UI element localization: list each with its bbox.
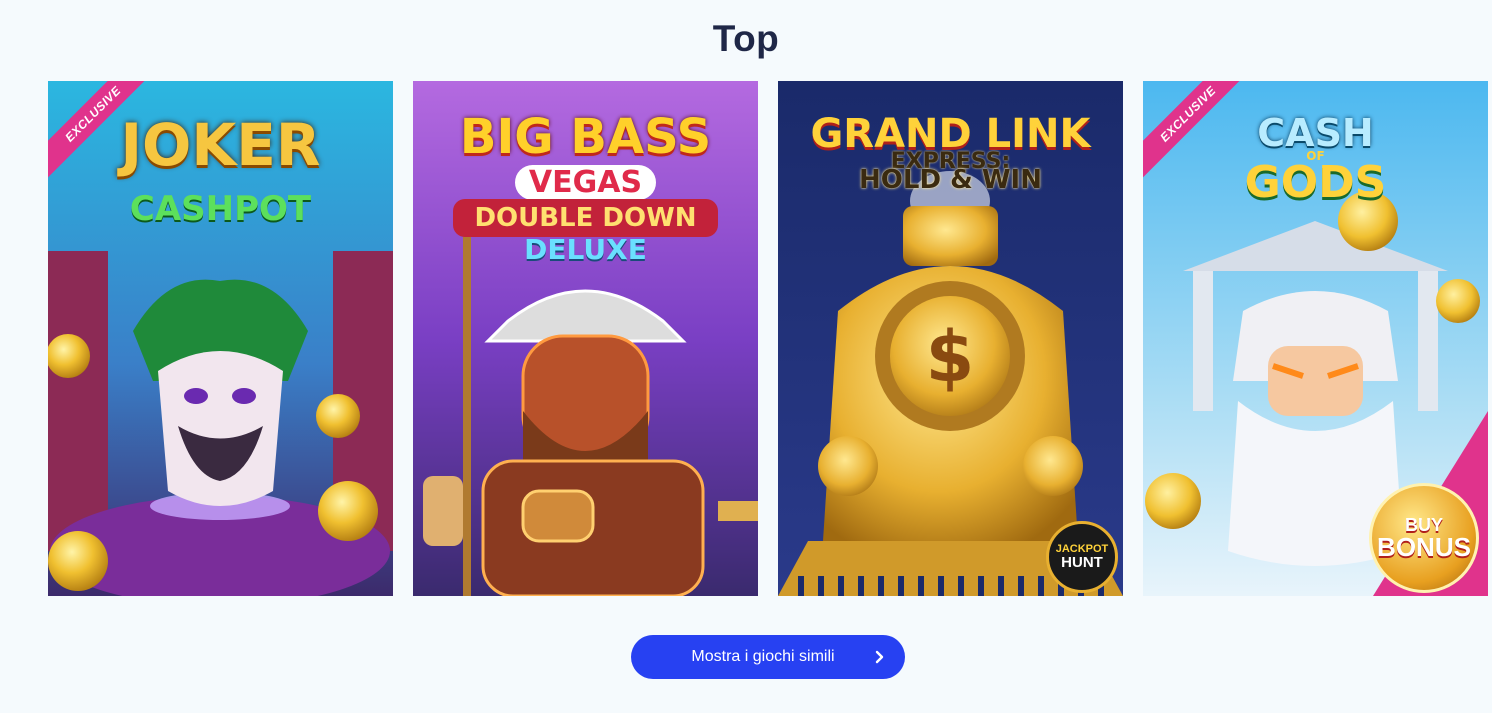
game-logo-line3: GODS bbox=[1244, 157, 1387, 208]
cta-label: Mostra i giochi simili bbox=[691, 648, 835, 665]
games-carousel: JOKER CASHPOT EXCLUSIVE BIG BASS VEGAS D… bbox=[48, 81, 1492, 596]
svg-text:$: $ bbox=[926, 316, 975, 398]
game-logo-line4: DELUXE bbox=[524, 233, 647, 266]
game-card-big-bass-vegas[interactable]: BIG BASS VEGAS DOUBLE DOWN DELUXE bbox=[413, 81, 758, 596]
game-logo-line3: HOLD & WIN bbox=[859, 165, 1042, 195]
game-card-cash-of-gods[interactable]: CASH OF GODS EXCLUSIVE BUY BONUS bbox=[1143, 81, 1488, 596]
game-logo-line2: CASHPOT bbox=[129, 189, 312, 229]
jackpot-hunt-line2: HUNT bbox=[1061, 554, 1103, 571]
jackpot-hunt-badge: JACKPOT HUNT bbox=[1046, 521, 1118, 593]
game-logo-line2: VEGAS bbox=[413, 165, 758, 200]
buy-bonus-badge: BUY BONUS bbox=[1369, 483, 1479, 593]
section-title: Top bbox=[712, 18, 780, 59]
game-logo-line1: BIG BASS bbox=[459, 109, 712, 165]
game-card-joker-cashpot[interactable]: JOKER CASHPOT EXCLUSIVE bbox=[48, 81, 393, 596]
vegas-label: VEGAS bbox=[514, 165, 657, 200]
buy-bonus-line2: BONUS bbox=[1377, 532, 1471, 562]
game-card-grand-link-express[interactable]: $ GRAND LINK EXPRESS: HOLD & WIN JACKPOT… bbox=[778, 81, 1123, 596]
show-similar-games-button[interactable]: Mostra i giochi simili bbox=[631, 635, 905, 679]
game-logo-line3: DOUBLE DOWN bbox=[453, 199, 718, 237]
top-games-section: Top JOKER CASHPOT EXCLUSIVE BIG BASS VEG… bbox=[0, 0, 1492, 713]
chevron-right-icon bbox=[875, 650, 884, 664]
